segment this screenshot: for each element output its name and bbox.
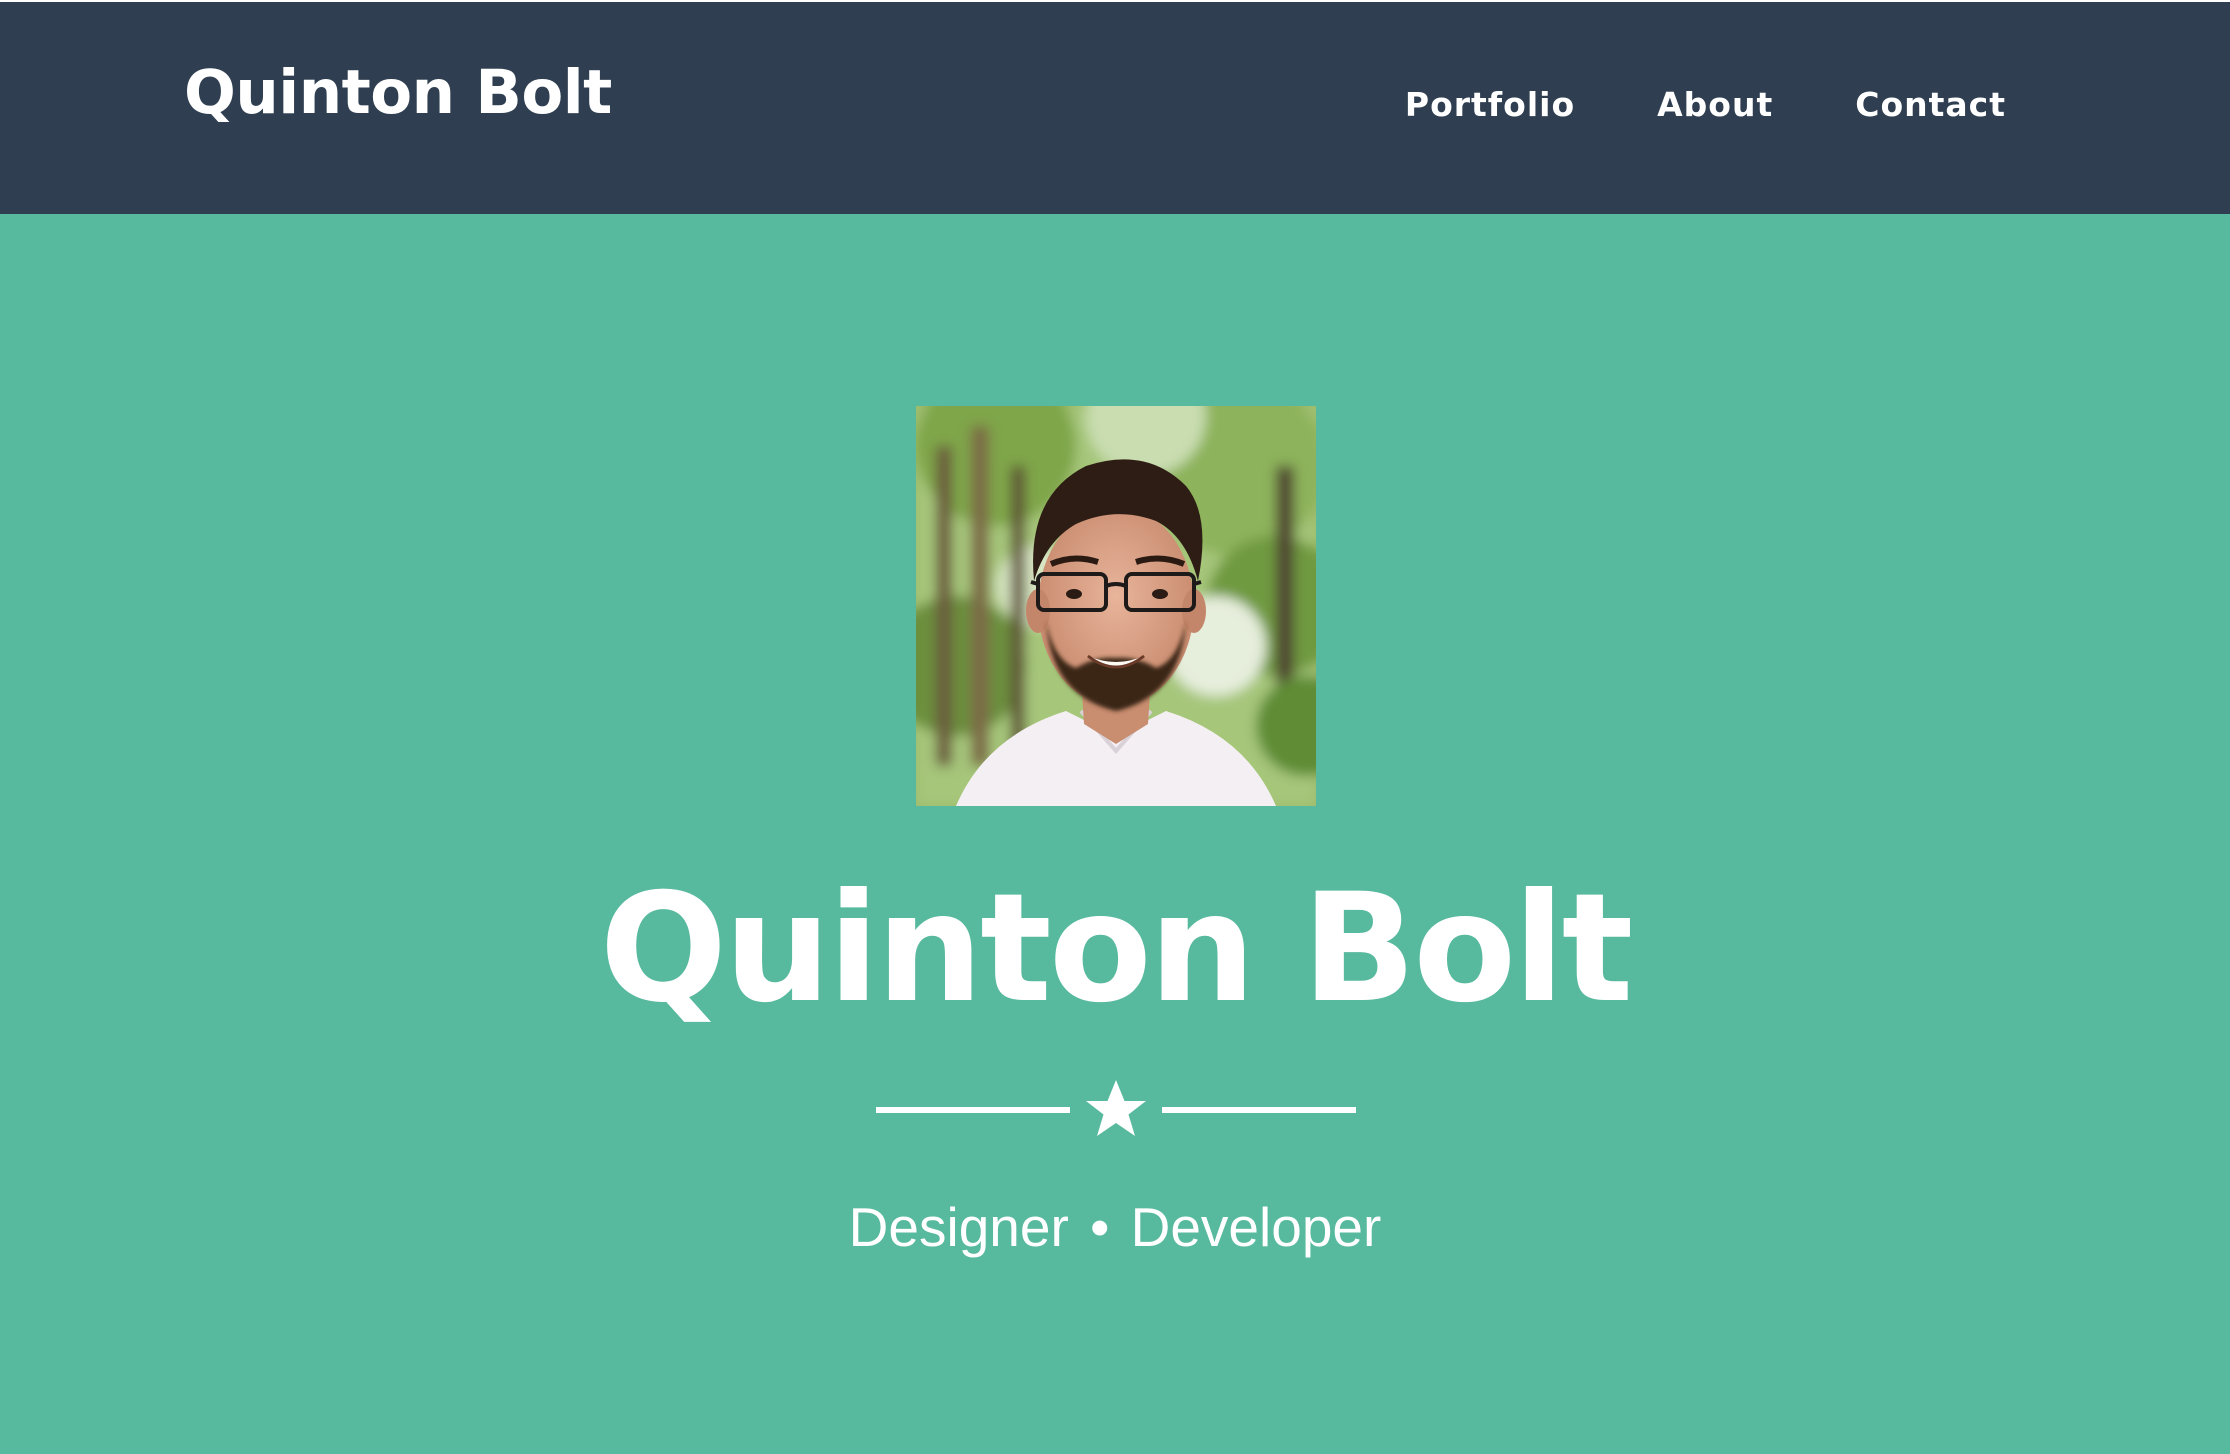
profile-photo: [916, 406, 1316, 806]
nav-link-contact[interactable]: Contact: [1855, 88, 2006, 121]
nav-links: Portfolio About Contact: [1323, 88, 2006, 121]
subtitle-separator: •: [1090, 1196, 1110, 1258]
star-divider: [876, 1080, 1356, 1136]
navbar: Quinton Bolt Portfolio About Contact: [0, 0, 2230, 214]
hero-subtitle: Designer • Developer: [0, 1200, 2230, 1255]
nav-link-about[interactable]: About: [1657, 88, 1773, 121]
brand-link[interactable]: Quinton Bolt: [184, 62, 612, 123]
nav-link-portfolio[interactable]: Portfolio: [1405, 88, 1575, 121]
subtitle-developer: Developer: [1130, 1196, 1382, 1258]
subtitle-designer: Designer: [848, 1196, 1069, 1258]
star-icon: [1086, 1080, 1146, 1136]
hero-title: Quinton Bolt: [599, 862, 1634, 1036]
hero-section: Quinton Bolt Designer • Developer: [0, 214, 2230, 1454]
